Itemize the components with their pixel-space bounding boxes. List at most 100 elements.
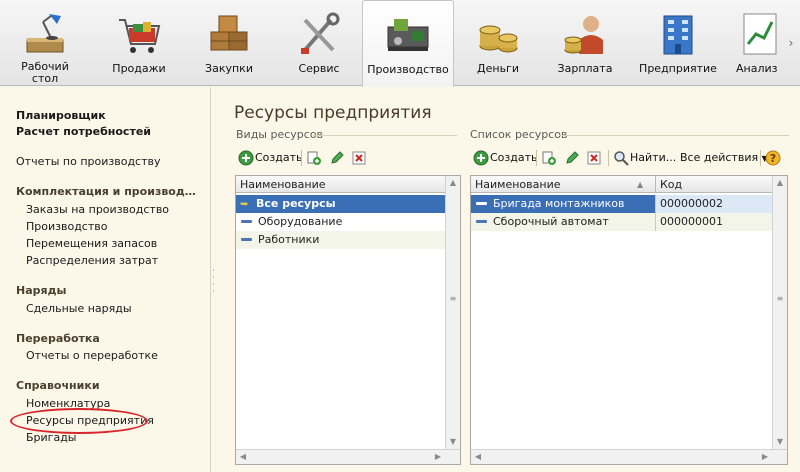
table-row[interactable]: ➥ Все ресурсы [236,195,445,213]
nav-requirements-calc[interactable]: Расчет потребностей [16,125,151,138]
column-header-name[interactable]: Наименование [236,176,445,193]
create-icon [238,150,254,166]
nav-item-processing-reports[interactable]: Отчеты о переработке [26,349,158,362]
table-row[interactable]: Оборудование [236,213,445,231]
horizontal-scrollbar[interactable]: ◀ ▶ [471,449,787,464]
page-title: Ресурсы предприятия [234,103,432,123]
scroll-down-icon[interactable]: ▼ [446,435,460,449]
nav-group-work-orders: Наряды [16,284,67,297]
worker-icon [564,16,603,54]
table-row[interactable]: Работники [236,231,445,249]
ribbon-item-production[interactable]: Производство [362,0,454,87]
find-button[interactable]: Найти... [630,149,676,167]
copy-icon[interactable] [541,150,557,166]
delete-icon[interactable] [351,150,367,166]
ribbon-label: Сервис [298,62,340,75]
nav-group-catalogs: Справочники [16,379,100,392]
ribbon-label: Продажи [112,62,166,75]
toolbar-separator [760,150,761,166]
table-cell-code[interactable]: 000000001 [655,213,772,231]
resource-types-label: Виды ресурсов [236,128,324,141]
scroll-up-icon[interactable]: ▲ [446,176,460,190]
scroll-thumb-icon[interactable]: ≡ [446,292,460,306]
desk-lamp-icon [26,14,64,53]
help-icon[interactable]: ? [765,150,781,166]
section-ribbon: Рабочий стол Продажи Закупки Сервис Прои… [0,0,800,87]
scroll-right-icon[interactable]: ▶ [431,450,445,464]
chart-icon [743,13,777,55]
coins-icon [479,25,518,53]
toolbar-separator [608,150,609,166]
toolbar-separator [301,150,302,166]
vertical-scrollbar[interactable]: ▲ ≡ ▼ [772,176,787,449]
nav-item-stock-transfers[interactable]: Перемещения запасов [26,237,157,250]
scroll-left-icon[interactable]: ◀ [471,450,485,464]
table-row[interactable]: Бригада монтажников [471,195,655,213]
resource-types-table[interactable]: Наименование ➥ Все ресурсы Оборудование Р… [235,175,461,465]
ribbon-item-salary[interactable]: Зарплата [546,0,624,86]
ribbon-label: Предприятие [639,62,717,75]
red-highlight-ellipse [10,408,148,434]
item-icon [476,201,487,205]
horizontal-scrollbar[interactable]: ◀ ▶ [236,449,460,464]
ribbon-label: Анализ [736,62,778,75]
scroll-right-icon[interactable]: ▶ [758,450,772,464]
edit-pencil-icon[interactable] [329,150,345,166]
ribbon-item-money[interactable]: Деньги [460,0,536,86]
resource-list-table[interactable]: Наименование ▲ Код Бригада монтажников 0… [470,175,788,465]
item-icon [476,219,487,223]
ribbon-label: Производство [367,63,449,76]
nav-item-production-orders[interactable]: Заказы на производство [26,203,169,216]
ribbon-label: Деньги [477,62,519,75]
table-cell-code[interactable]: 000000002 [655,195,772,213]
scroll-thumb-icon[interactable]: ≡ [773,292,787,306]
scroll-left-icon[interactable]: ◀ [236,450,250,464]
item-icon [241,237,252,241]
building-icon [663,15,693,55]
boxes-icon [210,15,248,51]
ribbon-item-desktop[interactable]: Рабочий стол [8,0,82,86]
create-resource-type-button[interactable]: Создать [255,149,303,167]
ribbon-label: Закупки [205,62,253,75]
search-icon [614,151,629,166]
ribbon-label: Зарплата [557,62,613,75]
folder-arrow-icon: ➥ [240,199,249,210]
edit-pencil-icon[interactable] [564,150,580,166]
ribbon-item-enterprise[interactable]: Предприятие [636,0,720,86]
nav-group-assembly: Комплектация и производ… [16,185,196,198]
sort-indicator-icon: ▲ [637,180,644,189]
section-main: Ресурсы предприятия Виды ресурсов Список… [219,88,800,472]
delete-icon[interactable] [586,150,602,166]
nav-item-cost-allocation[interactable]: Распределения затрат [26,254,158,267]
ribbon-item-purchases[interactable]: Закупки [190,0,268,86]
factory-machine-icon [387,19,429,51]
divider [313,135,457,136]
tools-icon [301,12,340,54]
nav-group-processing: Переработка [16,332,100,345]
svg-text:?: ? [770,152,776,165]
shopping-cart-icon [119,19,161,53]
nav-planner[interactable]: Планировщик [16,109,106,122]
panel-splitter-handle[interactable]: · · · · [212,267,218,297]
all-actions-dropdown[interactable]: Все действия ▼ [680,149,768,167]
create-icon [473,150,489,166]
resource-list-label: Список ресурсов [470,128,568,141]
ribbon-item-service[interactable]: Сервис [280,0,358,86]
ribbon-scroll-right-icon[interactable]: › [784,36,798,52]
item-icon [241,219,252,223]
nav-production-reports[interactable]: Отчеты по производству [16,155,161,168]
column-header-name[interactable]: Наименование ▲ [471,176,655,193]
nav-item-piece-work-orders[interactable]: Сдельные наряды [26,302,132,315]
toolbar-separator [536,150,537,166]
copy-icon[interactable] [306,150,322,166]
ribbon-item-sales[interactable]: Продажи [100,0,178,86]
scroll-down-icon[interactable]: ▼ [773,435,787,449]
scroll-up-icon[interactable]: ▲ [773,176,787,190]
nav-item-production[interactable]: Производство [26,220,107,233]
ribbon-label: Рабочий стол [21,60,69,85]
create-resource-button[interactable]: Создать [490,149,538,167]
vertical-scrollbar[interactable]: ▲ ≡ ▼ [445,176,460,449]
divider [559,135,789,136]
table-row[interactable]: Сборочный автомат [471,213,655,231]
column-header-code[interactable]: Код [655,176,772,193]
